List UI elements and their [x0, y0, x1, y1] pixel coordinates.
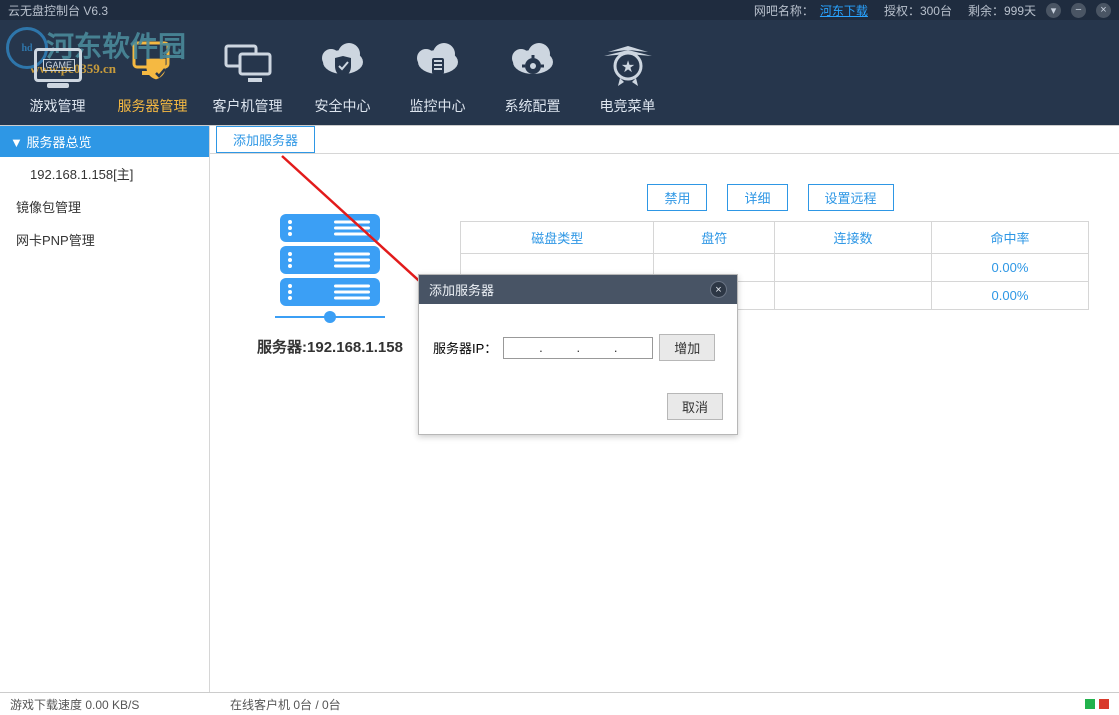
ip-seg-1[interactable]: [507, 341, 537, 355]
server-stack-icon: [240, 214, 420, 318]
add-server-dialog: 添加服务器 × 服务器IP： . . . 增加 取消: [418, 274, 738, 435]
dialog-title-bar[interactable]: 添加服务器 ×: [419, 275, 737, 304]
nav-label: 客户机管理: [200, 96, 295, 116]
disable-button[interactable]: 禁用: [647, 184, 707, 211]
nav-monitor[interactable]: 监控中心: [390, 30, 485, 116]
sidebar-item-pnp[interactable]: 网卡PNP管理: [0, 223, 209, 256]
nav-client-manage[interactable]: 客户机管理: [200, 30, 295, 116]
ip-input[interactable]: . . .: [503, 337, 653, 359]
nav-label: 监控中心: [390, 96, 485, 116]
nav-server-manage[interactable]: 服务器管理: [105, 30, 200, 116]
cafe-label: 网吧名称：: [754, 2, 814, 19]
monitor-icon: [390, 38, 485, 90]
nav-label: 电竞菜单: [580, 96, 675, 116]
esports-icon: ★: [580, 38, 675, 90]
nav-label: 安全中心: [295, 96, 390, 116]
dialog-title-text: 添加服务器: [429, 280, 494, 299]
ip-label: 服务器IP：: [433, 338, 497, 357]
server-manage-icon: [105, 38, 200, 90]
status-indicators: [1085, 699, 1109, 709]
sidebar: ▼ 服务器总览 192.168.1.158[主] 镜像包管理 网卡PNP管理: [0, 126, 210, 692]
status-download-speed: 游戏下载速度 0.00 KB/S: [10, 696, 230, 713]
status-online-clients: 在线客户机 0台 / 0台: [230, 696, 341, 713]
app-title: 云无盘控制台 V6.3: [8, 2, 108, 19]
table-header-row: 磁盘类型 盘符 连接数 命中率: [461, 222, 1089, 254]
detail-button[interactable]: 详细: [727, 184, 787, 211]
cell-hit: 0.00%: [931, 254, 1088, 282]
dialog-close-icon[interactable]: ×: [710, 281, 727, 298]
main-toolbar: 添加服务器: [210, 126, 1119, 154]
title-bar-right: 网吧名称： 河东下载 授权：300台 剩余：999天 ▾ − ×: [754, 2, 1111, 19]
indicator-green: [1085, 699, 1095, 709]
close-icon[interactable]: ×: [1096, 3, 1111, 18]
ip-seg-4[interactable]: [619, 341, 649, 355]
remain-label: 剩余：999天: [968, 2, 1036, 19]
server-label-ip: 192.168.1.158: [307, 339, 403, 356]
ip-seg-2[interactable]: [545, 341, 575, 355]
ip-field-row: 服务器IP： . . . 增加: [433, 334, 723, 361]
nav-bar: hd 河东软件园 www.pc0359.cn GAME 游戏管理 服务器管理: [0, 20, 1119, 125]
nav-system-config[interactable]: 系统配置: [485, 30, 580, 116]
svg-text:★: ★: [620, 59, 634, 76]
nav-label: 游戏管理: [10, 96, 105, 116]
server-visual: 服务器:192.168.1.158: [240, 174, 420, 357]
add-server-button[interactable]: 添加服务器: [216, 126, 315, 153]
dialog-body: 服务器IP： . . . 增加: [419, 304, 737, 375]
th-drive: 盘符: [654, 222, 775, 254]
nav-esports-menu[interactable]: ★ 电竞菜单: [580, 30, 675, 116]
th-connections: 连接数: [774, 222, 931, 254]
auth-label: 授权：300台: [884, 2, 952, 19]
indicator-red: [1099, 699, 1109, 709]
client-manage-icon: [200, 38, 295, 90]
dialog-footer: 取消: [419, 375, 737, 434]
dialog-cancel-button[interactable]: 取消: [667, 393, 723, 420]
sidebar-group-overview[interactable]: ▼ 服务器总览: [0, 126, 209, 157]
dropdown-icon[interactable]: ▾: [1046, 3, 1061, 18]
status-bar: 游戏下载速度 0.00 KB/S 在线客户机 0台 / 0台: [0, 692, 1119, 715]
nav-label: 系统配置: [485, 96, 580, 116]
cafe-link[interactable]: 河东下载: [820, 2, 868, 19]
server-label: 服务器:192.168.1.158: [240, 336, 420, 357]
th-disk-type: 磁盘类型: [461, 222, 654, 254]
server-label-prefix: 服务器:: [257, 339, 307, 356]
title-bar: 云无盘控制台 V6.3 网吧名称： 河东下载 授权：300台 剩余：999天 ▾…: [0, 0, 1119, 20]
cell-hit: 0.00%: [931, 282, 1088, 310]
remote-button[interactable]: 设置远程: [808, 184, 894, 211]
dialog-add-button[interactable]: 增加: [659, 334, 715, 361]
th-hit-rate: 命中率: [931, 222, 1088, 254]
sidebar-item-server[interactable]: 192.168.1.158[主]: [0, 157, 209, 190]
action-row: 禁用 详细 设置远程: [460, 174, 1089, 211]
ip-seg-3[interactable]: [582, 341, 612, 355]
game-manage-icon: GAME: [10, 38, 105, 90]
nav-game-manage[interactable]: GAME 游戏管理: [10, 30, 105, 116]
sidebar-item-image[interactable]: 镜像包管理: [0, 190, 209, 223]
nav-security[interactable]: 安全中心: [295, 30, 390, 116]
security-icon: [295, 38, 390, 90]
minimize-icon[interactable]: −: [1071, 3, 1086, 18]
system-config-icon: [485, 38, 580, 90]
nav-label: 服务器管理: [105, 96, 200, 116]
